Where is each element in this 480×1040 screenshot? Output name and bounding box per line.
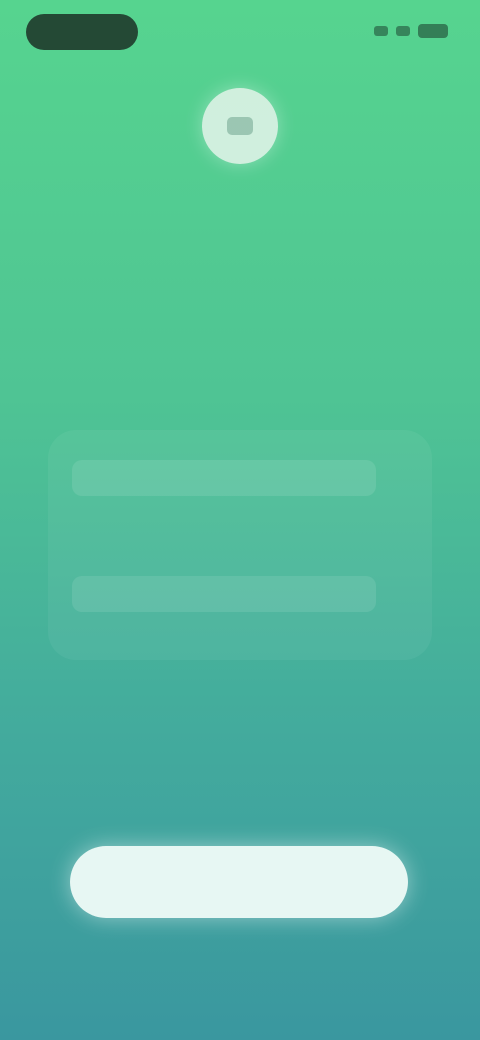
status-time-pill — [26, 14, 138, 50]
wifi-icon — [396, 26, 410, 36]
second-input-field[interactable] — [72, 576, 376, 612]
logo-mark — [227, 117, 253, 135]
header — [0, 88, 480, 192]
battery-icon — [418, 24, 448, 38]
signal-icon — [374, 26, 388, 36]
app-logo-icon — [202, 88, 278, 164]
status-indicators — [374, 24, 448, 38]
first-input-field[interactable] — [72, 460, 376, 496]
primary-action-button[interactable] — [70, 846, 408, 918]
status-bar — [0, 0, 480, 64]
